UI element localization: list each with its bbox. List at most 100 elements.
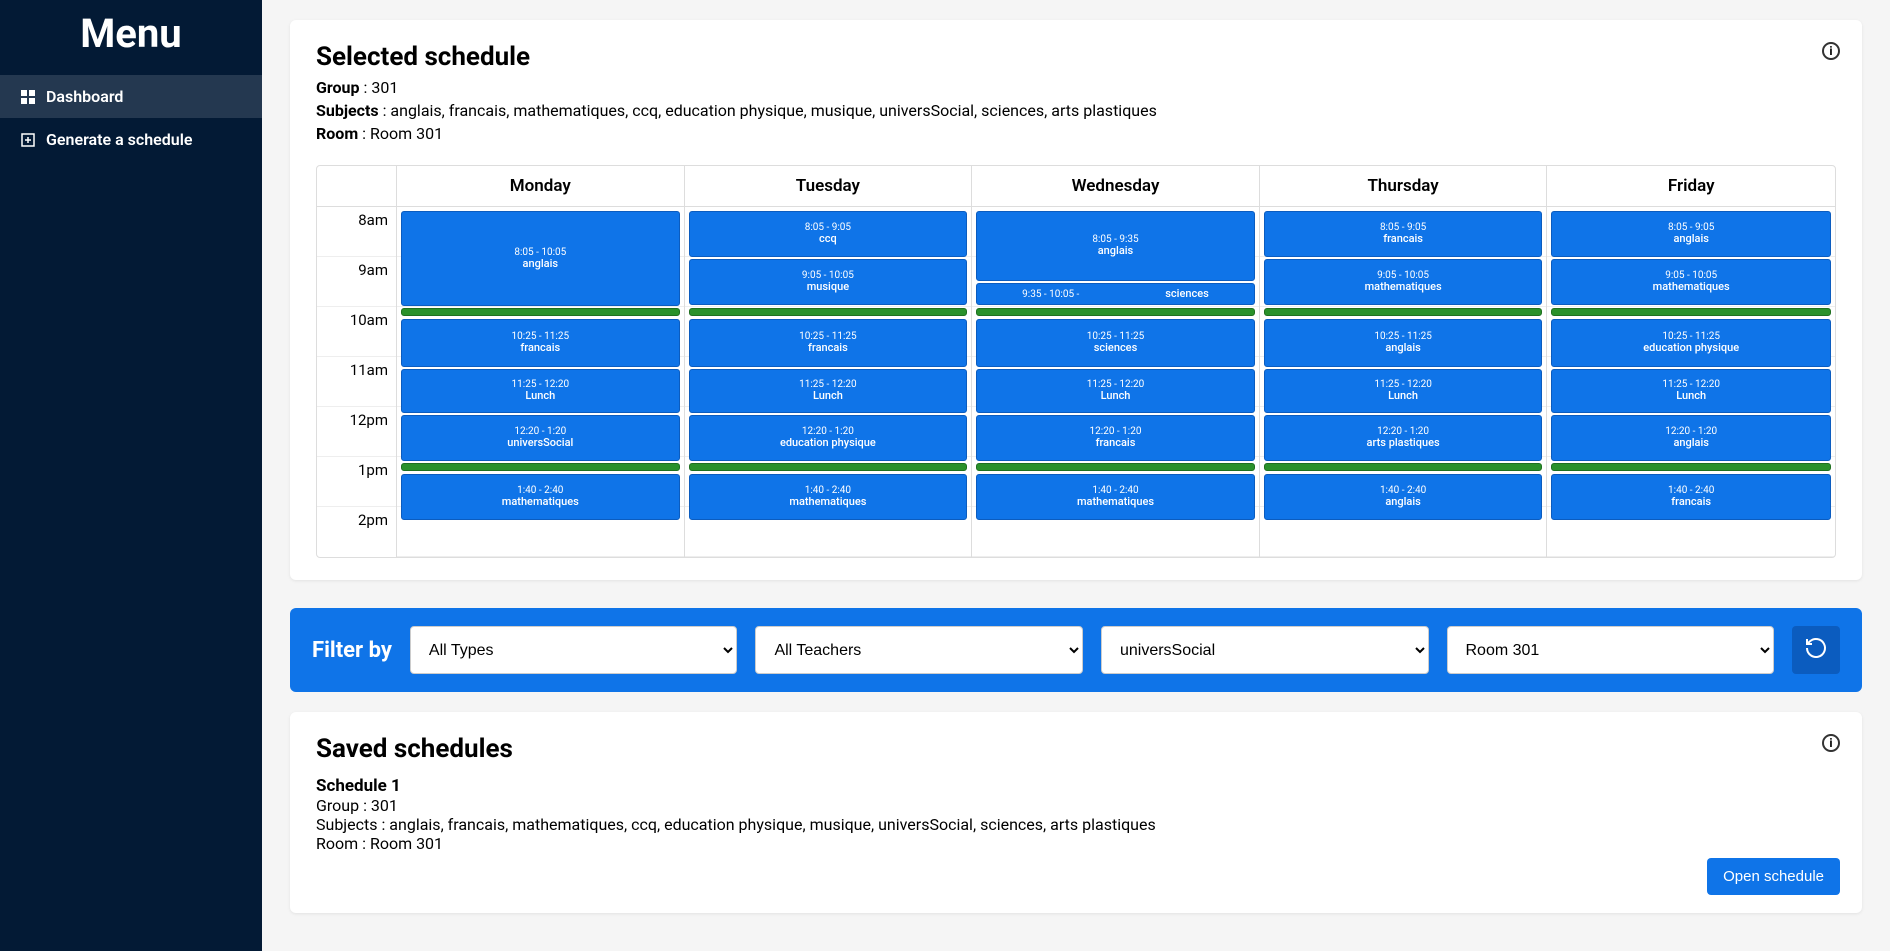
schedule-block[interactable]: 11:25 - 12:20Lunch bbox=[1264, 369, 1543, 413]
block-subject: anglais bbox=[523, 258, 559, 270]
schedule-block[interactable]: 11:25 - 12:20Lunch bbox=[689, 369, 968, 413]
group-value: 301 bbox=[371, 78, 398, 97]
info-icon[interactable]: i bbox=[1822, 734, 1840, 752]
schedule-header: MondayTuesdayWednesdayThursdayFriday bbox=[317, 166, 1835, 207]
block-subject: Lunch bbox=[525, 390, 555, 402]
filter-type[interactable]: All Types bbox=[410, 626, 738, 674]
block-subject: Lunch bbox=[1101, 390, 1131, 402]
time-label: 10am bbox=[317, 307, 396, 357]
schedule-block[interactable]: 10:25 - 11:25sciences bbox=[976, 319, 1255, 367]
meta-room: Room : Room 301 bbox=[316, 124, 1836, 143]
day-column: 8:05 - 9:35anglais 9:35 - 10:05 - sciences… bbox=[972, 207, 1260, 557]
block-subject: education physique bbox=[780, 437, 876, 449]
schedule-block[interactable]: 10:25 - 11:25francais bbox=[401, 319, 680, 367]
schedule-block[interactable]: 12:20 - 1:20universSocial bbox=[401, 415, 680, 461]
day-header: Tuesday bbox=[685, 166, 973, 206]
time-label: 8am bbox=[317, 207, 396, 257]
time-label: 9am bbox=[317, 257, 396, 307]
filter-teacher[interactable]: All Teachers bbox=[755, 626, 1083, 674]
nav-generate[interactable]: Generate a schedule bbox=[0, 118, 262, 161]
block-subject: Lunch bbox=[813, 390, 843, 402]
block-subject: mathematiques bbox=[789, 496, 866, 508]
block-subject: francais bbox=[1671, 496, 1711, 508]
filter-subject[interactable]: universSocial bbox=[1101, 626, 1429, 674]
block-subject: anglais bbox=[1673, 437, 1709, 449]
block-subject: francais bbox=[808, 342, 848, 354]
time-label: 2pm bbox=[317, 507, 396, 557]
filter-bar: Filter by All Types All Teachers univers… bbox=[290, 608, 1862, 692]
plus-square-icon bbox=[20, 132, 36, 148]
schedule-block[interactable]: 11:25 - 12:20Lunch bbox=[401, 369, 680, 413]
meta-group: Group : 301 bbox=[316, 78, 1836, 97]
block-subject: anglais bbox=[1098, 245, 1134, 257]
schedule-block[interactable]: 8:05 - 9:05anglais bbox=[1551, 211, 1831, 257]
saved-schedule-item[interactable]: Schedule 1 Group : 301 Subjects : anglai… bbox=[316, 776, 1836, 853]
block-subject: sciences bbox=[1094, 342, 1138, 354]
schedule-block[interactable]: 1:40 - 2:40mathematiques bbox=[689, 474, 968, 520]
selected-heading: Selected schedule bbox=[316, 42, 1836, 72]
schedule-block[interactable]: 12:20 - 1:20francais bbox=[976, 415, 1255, 461]
saved-heading: Saved schedules bbox=[316, 734, 1836, 764]
sidebar-title: Menu bbox=[0, 0, 262, 75]
schedule-block[interactable]: 8:05 - 9:05ccq bbox=[689, 211, 968, 257]
block-subject: anglais bbox=[1673, 233, 1709, 245]
block-subject: musique bbox=[807, 281, 849, 293]
schedule-block[interactable]: 1:40 - 2:40anglais bbox=[1264, 474, 1543, 520]
block-subject: francais bbox=[520, 342, 560, 354]
block-subject: francais bbox=[1096, 437, 1136, 449]
schedule-block[interactable]: 8:05 - 9:35anglais bbox=[976, 211, 1255, 281]
room-value: Room 301 bbox=[370, 124, 443, 143]
subjects-label: Subjects bbox=[316, 101, 379, 120]
schedule-block[interactable]: 1:40 - 2:40mathematiques bbox=[401, 474, 680, 520]
sidebar: Menu Dashboard Generate a schedule bbox=[0, 0, 262, 951]
block-subject: arts plastiques bbox=[1367, 437, 1440, 449]
saved-schedules-card: i Saved schedules Schedule 1 Group : 301… bbox=[290, 712, 1862, 913]
meta-subjects: Subjects : anglais, francais, mathematiq… bbox=[316, 101, 1836, 120]
nav-dashboard[interactable]: Dashboard bbox=[0, 75, 262, 118]
schedule-block[interactable]: 12:20 - 1:20arts plastiques bbox=[1264, 415, 1543, 461]
day-column: 8:05 - 10:05anglais 10:25 - 11:25francais… bbox=[397, 207, 685, 557]
block-subject: mathematiques bbox=[502, 496, 579, 508]
schedule-block[interactable]: 10:25 - 11:25education physique bbox=[1551, 319, 1831, 367]
schedule-block[interactable]: 1:40 - 2:40francais bbox=[1551, 474, 1831, 520]
room-label: Room bbox=[316, 124, 358, 143]
saved-item-group: Group : 301 bbox=[316, 796, 1836, 815]
block-subject: sciences bbox=[1165, 288, 1209, 300]
schedule-block[interactable]: 9:05 - 10:05mathematiques bbox=[1551, 259, 1831, 305]
day-column: 8:05 - 9:05ccq9:05 - 10:05musique 10:25 -… bbox=[685, 207, 973, 557]
open-schedule-button[interactable]: Open schedule bbox=[1707, 858, 1840, 895]
refresh-icon bbox=[1804, 636, 1828, 664]
day-header: Wednesday bbox=[972, 166, 1260, 206]
block-subject: Lunch bbox=[1388, 390, 1418, 402]
schedule-block[interactable]: 1:40 - 2:40mathematiques bbox=[976, 474, 1255, 520]
filter-label: Filter by bbox=[312, 638, 392, 663]
block-time: 9:35 - 10:05 - bbox=[1022, 289, 1079, 300]
schedule-block[interactable]: 12:20 - 1:20education physique bbox=[689, 415, 968, 461]
reset-filter-button[interactable] bbox=[1792, 626, 1840, 674]
schedule-block[interactable]: 8:05 - 10:05anglais bbox=[401, 211, 680, 306]
break-block bbox=[689, 463, 968, 471]
schedule-block[interactable]: 8:05 - 9:05francais bbox=[1264, 211, 1543, 257]
break-block bbox=[1551, 308, 1831, 316]
main: i Selected schedule Group : 301 Subjects… bbox=[262, 0, 1890, 951]
break-block bbox=[976, 463, 1255, 471]
selected-schedule-card: i Selected schedule Group : 301 Subjects… bbox=[290, 20, 1862, 580]
day-header: Thursday bbox=[1260, 166, 1548, 206]
schedule-block[interactable]: 12:20 - 1:20anglais bbox=[1551, 415, 1831, 461]
schedule-block[interactable]: 10:25 - 11:25francais bbox=[689, 319, 968, 367]
block-subject: mathematiques bbox=[1077, 496, 1154, 508]
time-label: 12pm bbox=[317, 407, 396, 457]
schedule-block[interactable]: 9:05 - 10:05musique bbox=[689, 259, 968, 305]
block-subject: mathematiques bbox=[1653, 281, 1730, 293]
block-subject: education physique bbox=[1643, 342, 1739, 354]
schedule-block[interactable]: 9:05 - 10:05mathematiques bbox=[1264, 259, 1543, 305]
schedule-block[interactable]: 9:35 - 10:05 - sciences bbox=[976, 283, 1255, 305]
schedule-block[interactable]: 11:25 - 12:20Lunch bbox=[1551, 369, 1831, 413]
schedule-block[interactable]: 10:25 - 11:25anglais bbox=[1264, 319, 1543, 367]
schedule-block[interactable]: 11:25 - 12:20Lunch bbox=[976, 369, 1255, 413]
break-block bbox=[1264, 463, 1543, 471]
saved-item-subjects: Subjects : anglais, francais, mathematiq… bbox=[316, 815, 1836, 834]
info-icon[interactable]: i bbox=[1822, 42, 1840, 60]
block-subject: ccq bbox=[819, 233, 837, 245]
filter-room[interactable]: Room 301 bbox=[1447, 626, 1775, 674]
